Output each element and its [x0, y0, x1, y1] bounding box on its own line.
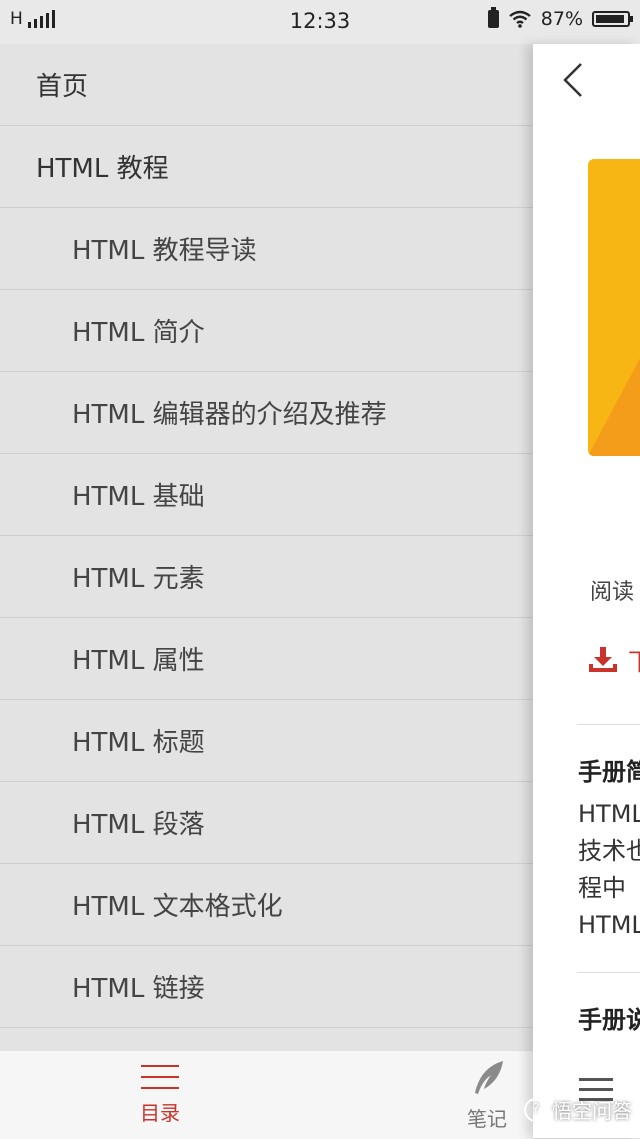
toc-item-label: HTML 编辑器的介绍及推荐 [72, 400, 387, 430]
desc-line: 程中 [578, 874, 626, 902]
toc-item-label: HTML 链接 [72, 974, 205, 1004]
toc-item[interactable]: HTML 教程 [0, 126, 533, 208]
toc-item[interactable]: HTML 基础 [0, 454, 533, 536]
toc-item[interactable]: HTML 编辑器的介绍及推荐 [0, 372, 533, 454]
toc-item[interactable]: HTML 链接 [0, 946, 533, 1028]
toc-item[interactable]: HTML 属性 [0, 618, 533, 700]
toc-item[interactable]: HTML 简介 [0, 290, 533, 372]
section-title-notes: 手册说 [578, 1006, 640, 1034]
charging-icon [487, 7, 499, 28]
back-arrow-icon[interactable] [555, 60, 595, 100]
toc-item-label: HTML 属性 [72, 646, 205, 676]
toc-item-label: 首页 [36, 72, 89, 102]
watermark-text: 悟空问答 [552, 1099, 632, 1123]
toc-item-label: HTML 教程 [36, 154, 169, 184]
toc-item[interactable]: HTML 标题 [0, 700, 533, 782]
watermark-logo-icon: ? [524, 1097, 548, 1122]
toc-item-label: HTML 基础 [72, 482, 205, 512]
desc-line: HTML [578, 800, 640, 828]
quill-icon [475, 1061, 503, 1094]
download-button[interactable]: 下 [588, 642, 640, 677]
toc-item[interactable]: HTML 教程导读 [0, 208, 533, 290]
toc-drawer: 首页 HTML 教程 HTML 教程导读 HTML 简介 HTML 编辑器的介绍… [0, 44, 533, 1050]
toc-item[interactable]: HTML 文本格式化 [0, 864, 533, 946]
battery-icon [592, 11, 633, 27]
content-panel: 阅读 下 手册简 HTML 技术也 程中 HTML 手册说 [533, 44, 640, 1138]
download-icon [589, 646, 617, 672]
toc-item[interactable]: HTML 元素 [0, 536, 533, 618]
watermark: ? 悟空问答 [524, 1095, 632, 1124]
toc-item-label: HTML 简介 [72, 318, 205, 348]
toc-item[interactable]: HTML 段落 [0, 782, 533, 864]
toc-item-label: HTML 教程导读 [72, 236, 257, 266]
status-bar: H 12:33 87% [0, 0, 640, 44]
tab-notes[interactable]: 笔记 [452, 1059, 522, 1132]
tab-notes-label: 笔记 [467, 1107, 507, 1131]
toc-item-label: HTML 段落 [72, 810, 205, 840]
read-label: 阅读 [590, 580, 635, 605]
toc-item-label: HTML 标题 [72, 728, 205, 758]
desc-line: 技术也 [578, 837, 640, 865]
battery-percent: 87% [540, 8, 583, 30]
list-icon [141, 1065, 179, 1089]
toc-item[interactable]: 首页 [0, 44, 533, 126]
toc-item-label: HTML 文本格式化 [72, 892, 283, 922]
toc-item-label: HTML 元素 [72, 564, 205, 594]
section-title-intro: 手册简 [578, 758, 640, 786]
book-cover [588, 159, 640, 456]
bottom-tab-bar: 目录 笔记 [0, 1050, 533, 1139]
download-label: 下 [628, 642, 640, 677]
desc-line: HTML [578, 911, 640, 939]
divider [577, 724, 640, 725]
description-text: HTML 技术也 程中 HTML [578, 796, 640, 944]
tab-directory-label: 目录 [140, 1101, 180, 1125]
tab-directory[interactable]: 目录 [120, 1063, 200, 1126]
wifi-icon [509, 10, 531, 28]
divider [577, 972, 640, 973]
